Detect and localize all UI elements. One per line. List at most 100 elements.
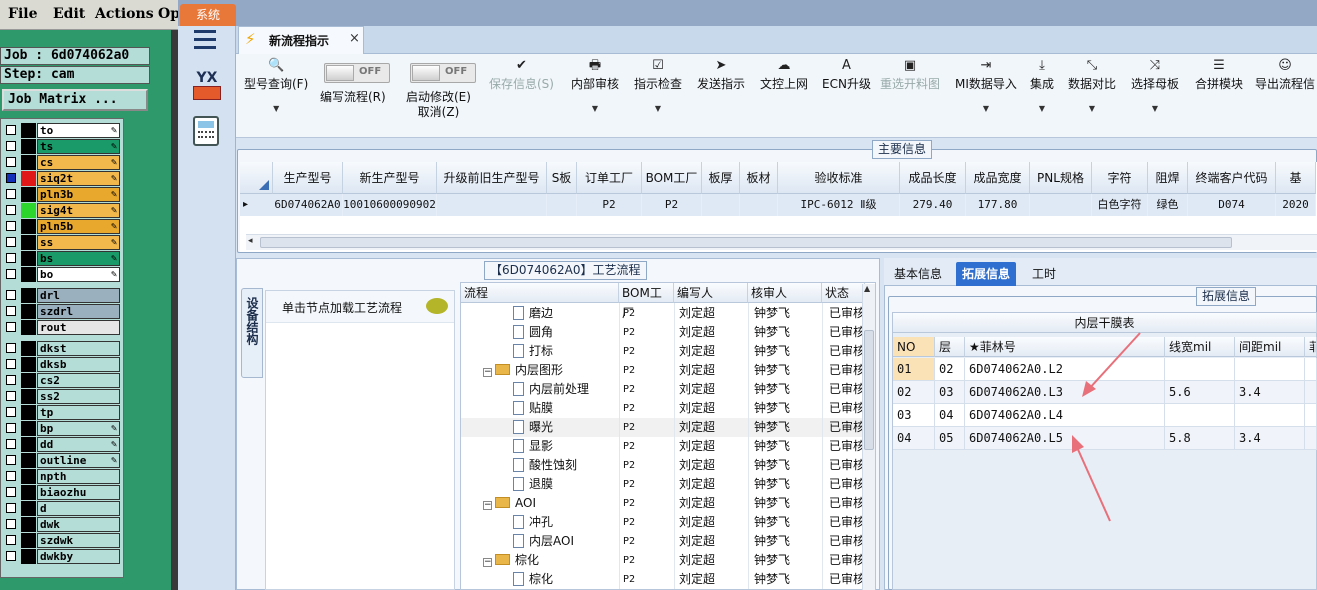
dropdown-caret-icon[interactable]: ▼ [634, 104, 682, 113]
close-icon[interactable]: × [349, 31, 360, 46]
toolbar-button-14[interactable]: ☰ 合拼模块 [1195, 57, 1243, 92]
grid-cell-15[interactable]: 2020 [1276, 194, 1316, 216]
film-col-header-0[interactable]: NO [893, 337, 935, 357]
grid-cell-7[interactable] [740, 194, 778, 216]
genesis-scrollbar[interactable] [171, 30, 178, 590]
flow-node-name[interactable]: − AOI [483, 494, 536, 513]
layer-color-swatch[interactable] [21, 517, 36, 532]
layer-color-swatch[interactable] [21, 485, 36, 500]
flow-node-name[interactable]: 内层前处理 [513, 380, 589, 399]
flow-load-hint[interactable]: 单击节点加载工艺流程 [282, 299, 402, 316]
toggle-knob[interactable] [412, 65, 440, 81]
tree-header-1[interactable]: BOM工厂 [619, 283, 674, 320]
dropdown-caret-icon[interactable]: ▼ [1030, 104, 1054, 113]
grid-header-15[interactable]: 基 [1276, 162, 1316, 194]
job-matrix-button[interactable]: Job Matrix ... [2, 89, 148, 111]
grid-cell-3[interactable] [547, 194, 577, 216]
layer-row-pln3b[interactable]: pln3b ✎ [2, 187, 120, 202]
doc-tab-new-flow[interactable]: ⚡ 新流程指示 × [238, 26, 364, 54]
grid-cell-10[interactable]: 177.80 [966, 194, 1030, 216]
yx-factory-icon[interactable]: YX [190, 70, 224, 104]
layer-checkbox[interactable] [6, 173, 16, 183]
layer-checkbox[interactable] [6, 221, 16, 231]
collapse-icon[interactable]: − [483, 558, 492, 567]
layer-color-swatch[interactable] [21, 501, 36, 516]
grid-header-12[interactable]: 字符 [1092, 162, 1148, 194]
flow-row[interactable]: − 棕化 P2 刘定超 钟梦飞 已审核 [461, 551, 865, 570]
menu-file[interactable]: File [8, 6, 37, 22]
dropdown-caret-icon[interactable]: ▼ [1131, 104, 1179, 113]
layer-color-swatch[interactable] [21, 437, 36, 452]
flow-row[interactable]: 显影 P2 刘定超 钟梦飞 已审核 [461, 437, 865, 456]
flow-row[interactable]: 冲孔 P2 刘定超 钟梦飞 已审核 [461, 513, 865, 532]
toggle-knob[interactable] [326, 65, 354, 81]
film-col-header-4[interactable]: 间距mil [1235, 337, 1305, 357]
layer-color-swatch[interactable] [21, 341, 36, 356]
film-col-header-1[interactable]: 层 [935, 337, 965, 357]
film-cell[interactable]: 03 [893, 404, 935, 427]
film-cell[interactable] [1305, 427, 1317, 450]
flow-node-name[interactable]: 圆角 [513, 323, 553, 342]
collapse-icon[interactable]: − [483, 368, 492, 377]
grid-cell-4[interactable]: P2 [577, 194, 642, 216]
layer-row-dwkby[interactable]: dwkby [2, 549, 120, 564]
flow-row[interactable]: 内层AOI P2 刘定超 钟梦飞 已审核 [461, 532, 865, 551]
grid-cell-8[interactable]: IPC-6012 Ⅱ级 [778, 194, 900, 216]
dropdown-caret-icon[interactable]: ▼ [1068, 104, 1116, 113]
toolbar-button-15[interactable]: ☺ 导出流程信 [1255, 57, 1315, 92]
layer-color-swatch[interactable] [21, 203, 36, 218]
layer-row-rout[interactable]: rout [2, 320, 120, 335]
toolbar-button-8[interactable]: A ECN升级 [822, 57, 871, 92]
layer-row-to[interactable]: to ✎ [2, 123, 120, 138]
layer-color-swatch[interactable] [21, 389, 36, 404]
layer-row-d[interactable]: d [2, 501, 120, 516]
layer-row-szdrl[interactable]: szdrl [2, 304, 120, 319]
flow-node-name[interactable]: 棕化 [513, 570, 553, 589]
film-col-header-3[interactable]: 线宽mil [1165, 337, 1235, 357]
layer-color-swatch[interactable] [21, 123, 36, 138]
film-cell[interactable] [1235, 358, 1305, 381]
layer-row-sig4t[interactable]: sig4t ✎ [2, 203, 120, 218]
tree-header-4[interactable]: 状态 [822, 283, 865, 303]
row-selector[interactable]: ▸ [240, 194, 273, 216]
layer-row-biaozhu[interactable]: biaozhu [2, 485, 120, 500]
grid-header-8[interactable]: 验收标准 [778, 162, 900, 194]
flow-node-name[interactable]: 退膜 [513, 475, 553, 494]
grid-cell-14[interactable]: D074 [1188, 194, 1276, 216]
layer-checkbox[interactable] [6, 205, 16, 215]
flow-node-name[interactable]: 显影 [513, 437, 553, 456]
flow-row[interactable]: 棕化 P2 刘定超 钟梦飞 已审核 [461, 570, 865, 589]
vertical-tab-equipment[interactable]: 设备结构 [241, 288, 263, 378]
layer-checkbox[interactable] [6, 359, 16, 369]
grid-cell-2[interactable] [437, 194, 547, 216]
toolbar-button-10[interactable]: ⇥ MI数据导入 ▼ [955, 57, 1017, 113]
grid-header-3[interactable]: S板 [547, 162, 577, 194]
layer-checkbox[interactable] [6, 471, 16, 481]
system-tab[interactable]: 系统 [180, 4, 236, 26]
tree-header-3[interactable]: 核审人 [748, 283, 822, 303]
layer-row-siq2t[interactable]: siq2t ✎ [2, 171, 120, 186]
tree-header-2[interactable]: 编写人 [674, 283, 748, 303]
layer-color-swatch[interactable] [21, 320, 36, 335]
grid-header-1[interactable]: 新生产型号 [343, 162, 437, 194]
toolbar-button-7[interactable]: ☁ 文控上网 [760, 57, 808, 92]
grid-header-7[interactable]: 板材 [740, 162, 778, 194]
layer-checkbox[interactable] [6, 125, 16, 135]
flow-node-name[interactable]: 曝光 [513, 418, 553, 437]
layer-checkbox[interactable] [6, 487, 16, 497]
grid-header-13[interactable]: 阻焊 [1148, 162, 1188, 194]
film-cell[interactable]: 3.4 [1235, 427, 1305, 450]
grid-cell-13[interactable]: 绿色 [1148, 194, 1188, 216]
film-cell[interactable] [1305, 358, 1317, 381]
flow-node-name[interactable]: 冲孔 [513, 513, 553, 532]
layer-color-swatch[interactable] [21, 469, 36, 484]
flow-row[interactable]: 酸性蚀刻 P2 刘定超 钟梦飞 已审核 [461, 456, 865, 475]
flow-row[interactable]: 磨边 P2 刘定超 钟梦飞 已审核 [461, 304, 865, 323]
layer-checkbox[interactable] [6, 290, 16, 300]
dropdown-caret-icon[interactable]: ▼ [955, 104, 1017, 113]
flow-row[interactable]: − 内层图形 P2 刘定超 钟梦飞 已审核 [461, 361, 865, 380]
hamburger-menu-icon[interactable] [194, 30, 216, 50]
layer-row-dwk[interactable]: dwk [2, 517, 120, 532]
film-col-header-5[interactable]: 菲 [1305, 337, 1317, 357]
layer-checkbox[interactable] [6, 535, 16, 545]
